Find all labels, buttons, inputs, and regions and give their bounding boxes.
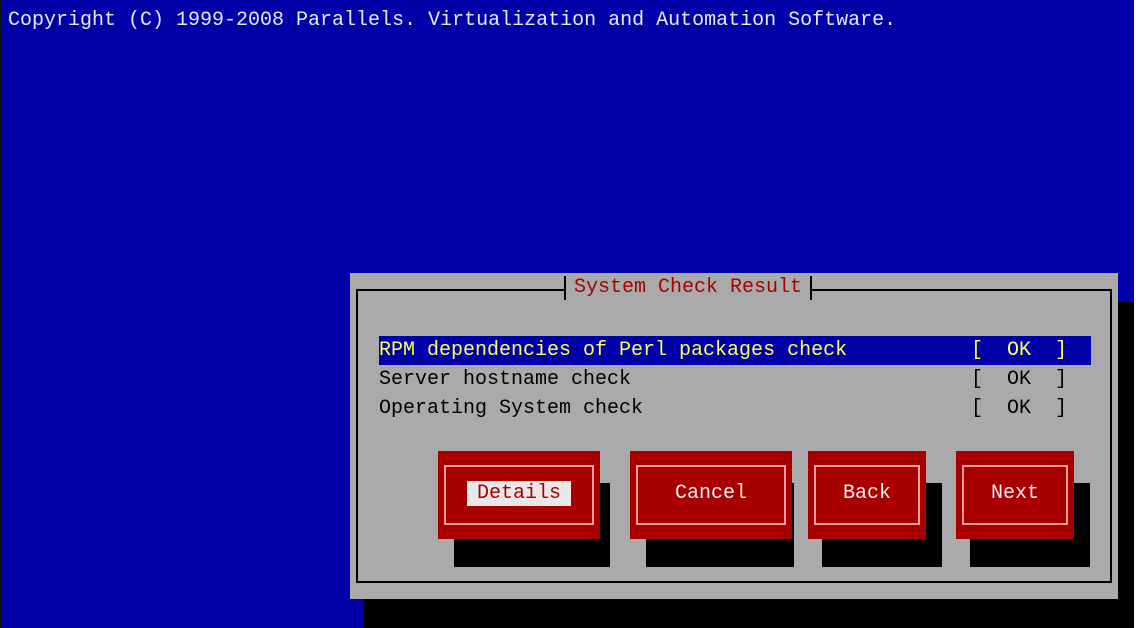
details-button-label: Details	[466, 481, 571, 506]
back-button-label: Back	[842, 482, 891, 505]
check-result-list[interactable]: RPM dependencies of Perl packages check …	[379, 336, 1091, 423]
copyright-notice: Copyright (C) 1999-2008 Parallels. Virtu…	[8, 9, 897, 32]
check-row-rpm-dependencies[interactable]: RPM dependencies of Perl packages check …	[379, 336, 1091, 365]
terminal-screen: Copyright (C) 1999-2008 Parallels. Virtu…	[0, 0, 1134, 628]
cancel-button-label: Cancel	[674, 482, 747, 505]
check-name: RPM dependencies of Perl packages check	[379, 339, 848, 362]
check-row-server-hostname[interactable]: Server hostname check [ OK ]	[379, 365, 1091, 394]
dialog-title: System Check Result	[564, 276, 813, 300]
check-row-operating-system[interactable]: Operating System check [ OK ]	[379, 394, 1091, 423]
next-button-label: Next	[990, 482, 1039, 505]
next-button[interactable]: Next	[956, 451, 1074, 539]
check-status: [ OK ]	[971, 368, 1068, 391]
check-status: [ OK ]	[971, 397, 1068, 420]
check-name: Server hostname check	[379, 368, 632, 391]
check-status: [ OK ]	[971, 339, 1068, 362]
system-check-dialog: System Check Result RPM dependencies of …	[350, 273, 1118, 599]
back-button[interactable]: Back	[808, 451, 926, 539]
details-button[interactable]: Details	[438, 451, 600, 539]
cancel-button[interactable]: Cancel	[630, 451, 792, 539]
check-name: Operating System check	[379, 397, 644, 420]
